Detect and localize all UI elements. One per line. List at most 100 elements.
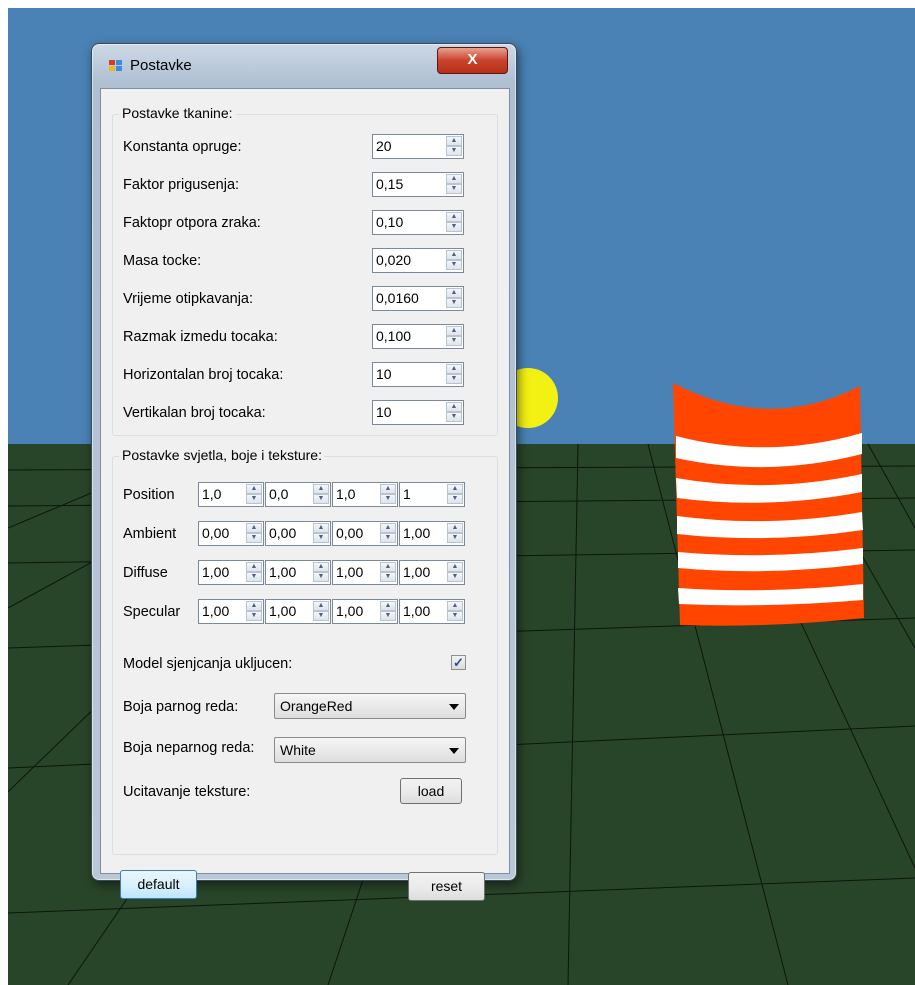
spinner-arrows[interactable]: ▲ ▼: [246, 523, 262, 544]
arrow-up-icon[interactable]: ▲: [446, 250, 462, 260]
numeric-spinner[interactable]: 10 ▲ ▼: [372, 400, 464, 425]
arrow-up-icon[interactable]: ▲: [447, 562, 463, 572]
numeric-spinner[interactable]: 0,10 ▲ ▼: [372, 210, 464, 235]
arrow-down-icon[interactable]: ▼: [446, 260, 462, 270]
arrow-down-icon[interactable]: ▼: [447, 572, 463, 582]
arrow-up-icon[interactable]: ▲: [380, 562, 396, 572]
spinner-arrows[interactable]: ▲ ▼: [313, 562, 329, 583]
arrow-up-icon[interactable]: ▲: [313, 562, 329, 572]
arrow-up-icon[interactable]: ▲: [246, 562, 262, 572]
numeric-spinner[interactable]: 1,00 ▲ ▼: [265, 560, 331, 585]
arrow-down-icon[interactable]: ▼: [313, 572, 329, 582]
arrow-up-icon[interactable]: ▲: [246, 523, 262, 533]
numeric-spinner[interactable]: 0,15 ▲ ▼: [372, 172, 464, 197]
shading-checkbox[interactable]: ✓: [451, 655, 466, 670]
spinner-arrows[interactable]: ▲ ▼: [380, 562, 396, 583]
arrow-up-icon[interactable]: ▲: [380, 484, 396, 494]
arrow-down-icon[interactable]: ▼: [246, 572, 262, 582]
numeric-spinner[interactable]: 1,00 ▲ ▼: [399, 599, 465, 624]
numeric-spinner[interactable]: 0,00 ▲ ▼: [198, 521, 264, 546]
numeric-spinner[interactable]: 1,00 ▲ ▼: [198, 560, 264, 585]
arrow-down-icon[interactable]: ▼: [446, 336, 462, 346]
numeric-spinner[interactable]: 0,00 ▲ ▼: [332, 521, 398, 546]
spinner-arrows[interactable]: ▲ ▼: [446, 250, 462, 271]
spinner-arrows[interactable]: ▲ ▼: [446, 326, 462, 347]
arrow-up-icon[interactable]: ▲: [446, 402, 462, 412]
numeric-spinner[interactable]: 1,0 ▲ ▼: [198, 482, 264, 507]
spinner-arrows[interactable]: ▲ ▼: [246, 601, 262, 622]
spinner-arrows[interactable]: ▲ ▼: [446, 136, 462, 157]
numeric-spinner[interactable]: 1,00 ▲ ▼: [198, 599, 264, 624]
arrow-down-icon[interactable]: ▼: [313, 611, 329, 621]
spinner-arrows[interactable]: ▲ ▼: [246, 484, 262, 505]
spinner-arrows[interactable]: ▲ ▼: [447, 562, 463, 583]
numeric-spinner[interactable]: 1 ▲ ▼: [399, 482, 465, 507]
arrow-down-icon[interactable]: ▼: [313, 494, 329, 504]
numeric-spinner[interactable]: 1,00 ▲ ▼: [399, 521, 465, 546]
arrow-down-icon[interactable]: ▼: [446, 412, 462, 422]
arrow-up-icon[interactable]: ▲: [313, 484, 329, 494]
spinner-arrows[interactable]: ▲ ▼: [380, 523, 396, 544]
arrow-down-icon[interactable]: ▼: [446, 374, 462, 384]
numeric-spinner[interactable]: 20 ▲ ▼: [372, 134, 464, 159]
numeric-spinner[interactable]: 0,0 ▲ ▼: [265, 482, 331, 507]
spinner-arrows[interactable]: ▲ ▼: [446, 174, 462, 195]
numeric-spinner[interactable]: 1,0 ▲ ▼: [332, 482, 398, 507]
arrow-up-icon[interactable]: ▲: [380, 523, 396, 533]
arrow-down-icon[interactable]: ▼: [380, 494, 396, 504]
spinner-arrows[interactable]: ▲ ▼: [313, 484, 329, 505]
numeric-spinner[interactable]: 10 ▲ ▼: [372, 362, 464, 387]
arrow-up-icon[interactable]: ▲: [246, 601, 262, 611]
load-texture-button[interactable]: load: [400, 778, 462, 804]
numeric-spinner[interactable]: 1,00 ▲ ▼: [332, 599, 398, 624]
spinner-arrows[interactable]: ▲ ▼: [447, 523, 463, 544]
numeric-spinner[interactable]: 0,0160 ▲ ▼: [372, 286, 464, 311]
arrow-up-icon[interactable]: ▲: [447, 601, 463, 611]
spinner-arrows[interactable]: ▲ ▼: [380, 601, 396, 622]
numeric-spinner[interactable]: 0,100 ▲ ▼: [372, 324, 464, 349]
numeric-spinner[interactable]: 1,00 ▲ ▼: [265, 599, 331, 624]
close-button[interactable]: X: [437, 47, 508, 74]
arrow-up-icon[interactable]: ▲: [313, 523, 329, 533]
arrow-up-icon[interactable]: ▲: [313, 601, 329, 611]
arrow-down-icon[interactable]: ▼: [447, 611, 463, 621]
numeric-spinner[interactable]: 1,00 ▲ ▼: [332, 560, 398, 585]
arrow-up-icon[interactable]: ▲: [246, 484, 262, 494]
spinner-arrows[interactable]: ▲ ▼: [313, 523, 329, 544]
spinner-arrows[interactable]: ▲ ▼: [447, 484, 463, 505]
even-row-color-select[interactable]: OrangeRed: [274, 693, 466, 719]
spinner-arrows[interactable]: ▲ ▼: [380, 484, 396, 505]
arrow-down-icon[interactable]: ▼: [447, 494, 463, 504]
numeric-spinner[interactable]: 1,00 ▲ ▼: [399, 560, 465, 585]
numeric-spinner[interactable]: 0,020 ▲ ▼: [372, 248, 464, 273]
arrow-down-icon[interactable]: ▼: [446, 146, 462, 156]
arrow-down-icon[interactable]: ▼: [446, 298, 462, 308]
spinner-arrows[interactable]: ▲ ▼: [447, 601, 463, 622]
arrow-up-icon[interactable]: ▲: [446, 212, 462, 222]
arrow-down-icon[interactable]: ▼: [246, 533, 262, 543]
arrow-down-icon[interactable]: ▼: [380, 572, 396, 582]
reset-button[interactable]: reset: [408, 872, 485, 901]
arrow-down-icon[interactable]: ▼: [313, 533, 329, 543]
arrow-up-icon[interactable]: ▲: [446, 136, 462, 146]
arrow-down-icon[interactable]: ▼: [446, 184, 462, 194]
default-button[interactable]: default: [120, 870, 197, 899]
spinner-arrows[interactable]: ▲ ▼: [446, 212, 462, 233]
spinner-arrows[interactable]: ▲ ▼: [446, 402, 462, 423]
arrow-down-icon[interactable]: ▼: [447, 533, 463, 543]
arrow-up-icon[interactable]: ▲: [446, 288, 462, 298]
odd-row-color-select[interactable]: White: [274, 737, 466, 763]
arrow-up-icon[interactable]: ▲: [447, 523, 463, 533]
spinner-arrows[interactable]: ▲ ▼: [246, 562, 262, 583]
arrow-down-icon[interactable]: ▼: [380, 611, 396, 621]
arrow-up-icon[interactable]: ▲: [447, 484, 463, 494]
spinner-arrows[interactable]: ▲ ▼: [313, 601, 329, 622]
arrow-down-icon[interactable]: ▼: [246, 494, 262, 504]
spinner-arrows[interactable]: ▲ ▼: [446, 364, 462, 385]
arrow-up-icon[interactable]: ▲: [446, 364, 462, 374]
arrow-up-icon[interactable]: ▲: [446, 326, 462, 336]
numeric-spinner[interactable]: 0,00 ▲ ▼: [265, 521, 331, 546]
arrow-down-icon[interactable]: ▼: [446, 222, 462, 232]
spinner-arrows[interactable]: ▲ ▼: [446, 288, 462, 309]
arrow-down-icon[interactable]: ▼: [380, 533, 396, 543]
